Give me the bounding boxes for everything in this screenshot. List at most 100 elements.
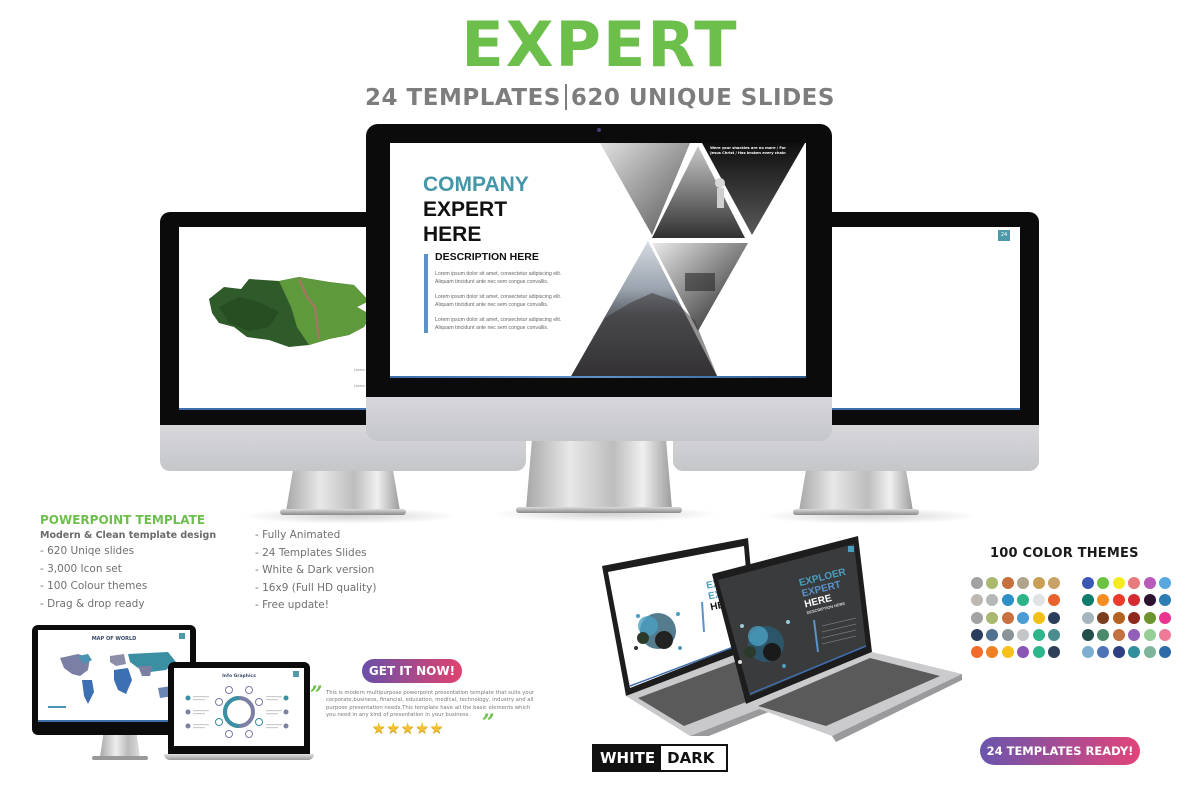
color-swatch [1112,611,1125,624]
color-swatch [1082,611,1094,624]
color-swatch [1128,594,1141,607]
laptop-dark-illustration [712,536,962,742]
color-swatch [1097,611,1110,624]
slide-text: Lorem [354,384,365,388]
mini-laptop-infographic: Info Graphics [164,662,314,762]
color-swatch [1158,577,1171,589]
open-quote-icon: ” [310,682,323,708]
features-list-right: - Fully Animated - 24 Templates Slides -… [255,527,376,615]
photo-caption: Were your shackles are no more / For Jes… [710,146,786,155]
map-legend-line [48,706,66,708]
star-icon: ★ [429,719,444,737]
color-swatch-grid-right [1082,577,1171,659]
color-swatch [1017,577,1030,589]
color-swatch [1082,577,1094,589]
imac-base [516,507,682,513]
color-swatch [971,594,983,607]
feature-item: - 3,000 Icon set [40,562,122,575]
imac-base [92,756,148,760]
star-icon: ★ [415,719,429,737]
slide-text: Lorem [354,368,365,372]
star-icon: ★ [386,719,400,737]
color-swatch [1017,594,1030,607]
color-swatch [1158,611,1171,624]
feature-item: - Fully Animated [255,529,341,541]
laptop-base [164,754,314,760]
slides-count: 620 UNIQUE SLIDES [570,85,835,111]
color-swatch [1128,628,1141,641]
star-icon: ★ [400,719,415,737]
color-swatch [1047,611,1060,624]
color-swatch [1097,646,1110,659]
color-swatch [1158,646,1171,659]
imac-center: COMPANY EXPERT HERE DESCRIPTION HERE Lor… [366,124,832,516]
color-swatch [1143,577,1156,589]
feature-item: - 24 Templates Slides [255,546,367,559]
color-swatch [971,628,983,641]
slide-footer-line [390,376,806,378]
color-swatch [1047,646,1060,659]
subtitle-divider [564,84,567,110]
imac-screen: COMPANY EXPERT HERE DESCRIPTION HERE Lor… [390,143,806,378]
color-swatch [1128,611,1141,624]
color-swatch [1032,594,1045,607]
triangle-photo-collage [570,143,805,378]
templates-ready-badge: 24 TEMPLATES READY! [980,737,1140,765]
color-swatch [1158,628,1171,641]
get-it-now-button[interactable]: GET IT NOW! [362,659,462,683]
color-swatch [1047,628,1060,641]
slide-company-expert: COMPANY EXPERT HERE DESCRIPTION HERE Lor… [390,143,806,378]
feature-item: - 620 Uniqe slides [40,545,135,557]
color-swatch [1143,628,1156,641]
color-swatch [1047,577,1060,589]
infographic-ring [185,686,289,738]
color-swatch [1143,611,1156,624]
rating-stars: ★ ★ ★ ★ ★ [372,720,443,736]
imac-chin [366,397,832,441]
color-swatch [1017,611,1030,624]
color-swatch [1097,628,1110,641]
feature-item: - White & Dark version [255,564,375,577]
color-swatch [1032,611,1045,624]
color-swatch [1112,594,1125,607]
color-swatch [1017,628,1030,641]
color-swatch [1032,577,1045,589]
star-icon: ★ [372,719,386,737]
imac-stand [100,735,140,757]
camera-dot [597,128,601,132]
color-swatch [1143,646,1156,659]
templates-count: 24 TEMPLATES [365,85,561,111]
color-swatch [1001,611,1014,624]
page-number-badge: 24 [998,230,1010,241]
color-swatch [1128,577,1141,589]
white-dark-label: WHITE DARK [592,744,728,772]
color-swatch [1001,646,1014,659]
color-swatch [1112,577,1125,589]
powerpoint-template-subheading: Modern & Clean template design [40,530,217,541]
color-themes-heading: 100 COLOR THEMES [990,546,1139,561]
product-description-quote: This is modern multipurpose powerpoint p… [326,690,535,719]
imac-stand [526,441,672,509]
color-swatch [1082,628,1094,641]
color-swatch [1082,594,1094,607]
color-swatch [1047,594,1060,607]
color-swatch [1082,646,1094,659]
feature-item: - 16x9 (Full HD quality) [255,581,377,594]
infographic-slide: Info Graphics [174,668,304,746]
color-swatch-grid-left [971,577,1060,659]
color-swatch [1097,577,1110,589]
color-swatch [971,611,983,624]
white-label: WHITE [594,746,662,770]
powerpoint-template-heading: POWERPOINT TEMPLATE [40,513,206,527]
dark-label: DARK [661,746,726,770]
product-banner: EXPERT 24 TEMPLATES 620 UNIQUE SLIDES Lor… [0,0,1200,800]
close-quote-icon: ” [482,710,495,736]
color-swatch [986,577,999,589]
color-swatch [971,577,983,589]
color-swatch [1017,646,1030,659]
feature-item: - Free update! [255,599,329,612]
color-swatch [1001,628,1014,641]
color-swatch [986,646,999,659]
color-swatch [971,646,983,659]
color-swatch [986,594,999,607]
